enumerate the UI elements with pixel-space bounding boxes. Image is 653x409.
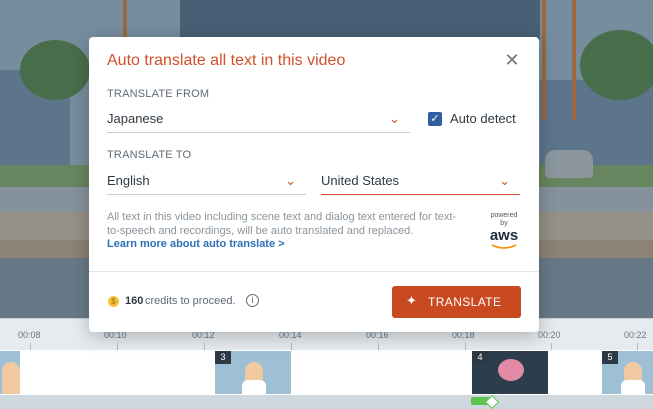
chevron-down-icon: ⌄ [499, 173, 510, 188]
translate-button[interactable]: ✦ TRANSLATE [392, 286, 521, 318]
auto-translate-dialog: Auto translate all text in this video ✕ … [89, 37, 539, 332]
tick-label: 00:20 [538, 330, 561, 340]
auto-detect-checkbox[interactable]: ✓ [428, 112, 442, 126]
translate-to-label: TRANSLATE TO [107, 149, 192, 161]
target-language-select[interactable]: English ⌄ [107, 169, 306, 195]
credits-count: 160 [125, 295, 144, 307]
close-icon[interactable]: ✕ [501, 49, 523, 71]
scene-clip[interactable]: 3 [215, 351, 291, 394]
audio-track [0, 395, 653, 409]
dialog-title: Auto translate all text in this video [107, 52, 346, 69]
coin-icon: $ [108, 296, 119, 307]
target-region-value: United States [321, 173, 400, 188]
tick-label: 00:08 [18, 330, 41, 340]
scene-clip[interactable]: 5 [602, 351, 653, 394]
footer-divider [89, 271, 539, 272]
chevron-down-icon: ⌄ [285, 173, 296, 188]
aws-logo: powered by aws [487, 212, 521, 250]
scene-clip[interactable] [0, 351, 20, 394]
learn-more-link[interactable]: Learn more about auto translate > [107, 238, 285, 250]
scene-number: 3 [215, 351, 231, 364]
translate-button-label: TRANSLATE [428, 295, 502, 309]
translate-from-label: TRANSLATE FROM [107, 88, 210, 100]
powered-by-text: powered by [490, 212, 518, 227]
sparkle-icon: ✦ [406, 293, 417, 308]
auto-detect-label[interactable]: Auto detect [450, 111, 516, 126]
chevron-down-icon: ⌄ [389, 111, 400, 126]
scene-track [0, 350, 653, 395]
scene-number: 5 [602, 351, 618, 364]
aws-wordmark: aws [489, 227, 519, 244]
check-icon: ✓ [430, 113, 440, 125]
translate-description: All text in this video including scene t… [107, 211, 457, 237]
info-icon[interactable]: i [246, 294, 259, 307]
source-language-value: Japanese [107, 111, 164, 126]
aws-smile-icon [491, 244, 517, 249]
tick-label: 00:22 [624, 330, 647, 340]
scene-number: 4 [472, 351, 488, 364]
source-language-select[interactable]: Japanese ⌄ [107, 107, 410, 133]
credits-text: credits to proceed. [145, 295, 236, 307]
target-language-value: English [107, 173, 150, 188]
target-region-select[interactable]: United States ⌄ [321, 169, 520, 195]
scene-clip[interactable]: 4 [472, 351, 548, 394]
